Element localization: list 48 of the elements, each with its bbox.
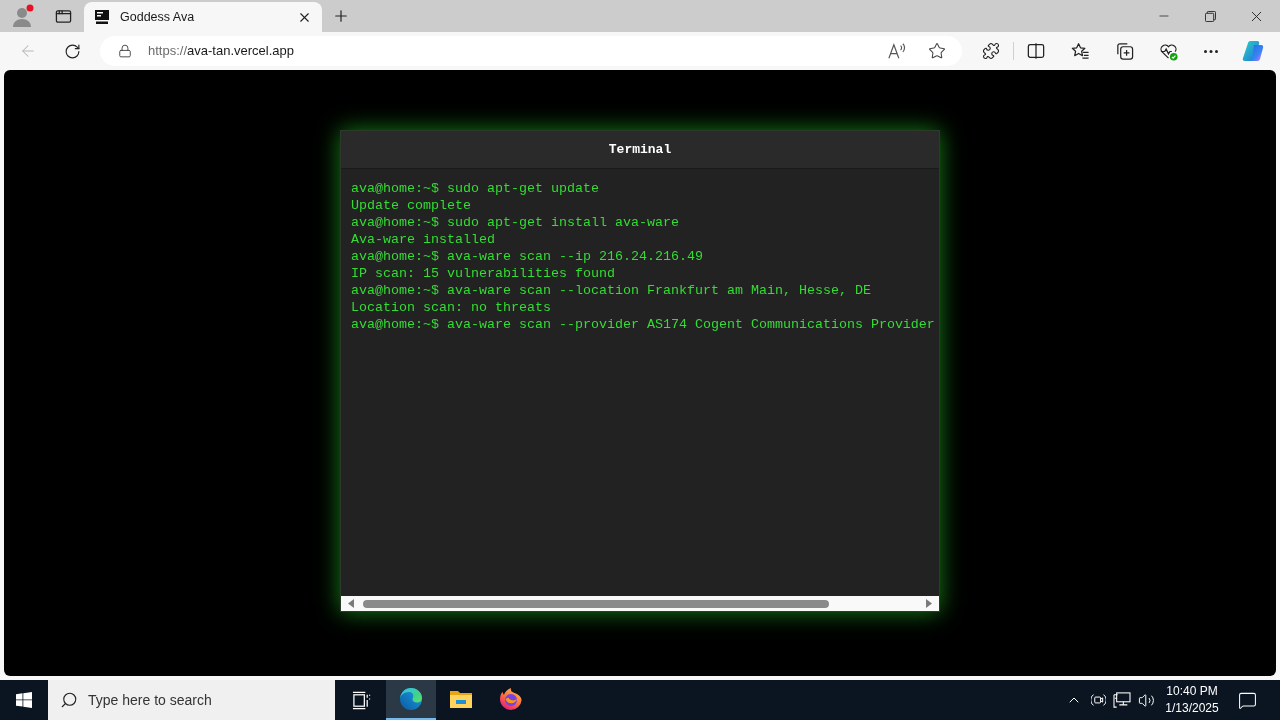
network-icon: [1113, 692, 1131, 708]
scroll-left-icon[interactable]: [348, 599, 354, 608]
swirl-logo-icon: [399, 687, 423, 711]
restore-icon: [1204, 10, 1216, 22]
refresh-icon: [63, 42, 81, 60]
clock-button[interactable]: 10:40 PM 1/13/2025: [1162, 680, 1222, 720]
terminal-line: ava@home:~$ sudo apt-get update: [351, 180, 599, 197]
scrollbar-thumb[interactable]: [363, 599, 829, 608]
url-text: https://ava-tan.vercel.app: [148, 42, 294, 61]
terminal-line: ava@home:~$ ava-ware scan --ip 216.24.216.49: [351, 248, 703, 265]
terminal-line: ava@home:~$ ava-ware scan --provider AS174 Cogent Communications Provider: [351, 316, 935, 333]
tab-title: Goddess Ava: [120, 8, 195, 26]
terminal-line: ava@home:~$ sudo apt-get install ava-ware: [351, 214, 679, 231]
lock-icon: [118, 44, 132, 58]
address-field[interactable]: https://ava-tan.vercel.app: [100, 36, 962, 66]
flame-globe-icon: [499, 687, 523, 711]
terminal-line: Update complete: [351, 197, 471, 214]
heart-pulse-check-icon: [1158, 41, 1178, 61]
taskbar-app-button[interactable]: [386, 680, 436, 720]
monitor-icon: [94, 9, 110, 25]
profile-button[interactable]: [10, 3, 36, 29]
split-screen-icon: [1027, 42, 1045, 60]
terminal-title: Terminal: [608, 140, 672, 159]
terminal-line: ava@home:~$ ava-ware scan --location Frankfurt am Main, Hesse, DE: [351, 282, 871, 299]
clock-time: 10:40 PM: [1166, 683, 1218, 700]
terminal-line: IP scan: 15 vulnerabilities found: [351, 265, 615, 282]
terminal-line: Location scan: no threats: [351, 299, 551, 316]
search-icon: [60, 691, 78, 709]
colorful-logo-icon: [1241, 39, 1265, 63]
favorites-list-icon: [1070, 41, 1090, 61]
speaker-icon: [1137, 691, 1155, 709]
star-icon: [928, 42, 946, 60]
more-icon: [1204, 49, 1218, 53]
browser-tab[interactable]: Goddess Ava: [84, 2, 322, 32]
tab-actions-icon: [54, 7, 72, 25]
scroll-right-icon[interactable]: [926, 599, 932, 608]
start-icon: [16, 692, 32, 708]
horizontal-scrollbar[interactable]: [341, 596, 939, 611]
plus-icon: [332, 7, 350, 25]
puzzle-icon: [982, 42, 1000, 60]
clock-date: 1/13/2025: [1165, 700, 1219, 717]
search-field[interactable]: Type here to search: [48, 680, 335, 720]
task-view-icon: [351, 690, 371, 710]
collections-icon: [1114, 41, 1134, 61]
terminal-line: Ava-ware installed: [351, 231, 495, 248]
notification-icon: [1237, 690, 1257, 710]
read-aloud-icon: [888, 42, 906, 60]
profile-icon: [11, 4, 35, 28]
